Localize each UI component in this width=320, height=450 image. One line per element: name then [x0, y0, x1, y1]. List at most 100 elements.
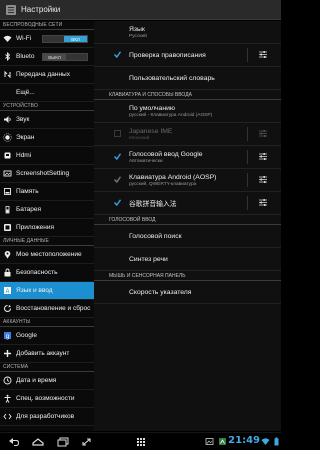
- hdmi-icon: [3, 151, 12, 160]
- setting-title: 谷歌拼音输入法: [129, 201, 177, 208]
- sidebar-item-display[interactable]: Экран: [0, 129, 94, 147]
- setting-subtitle: Автоматически: [129, 158, 163, 164]
- sidebar-item-label: Wi-Fi: [16, 35, 32, 42]
- lock-icon: [3, 268, 12, 277]
- wifi-icon: [3, 34, 12, 43]
- backup-icon: [3, 304, 12, 313]
- wifi-signal-icon: [261, 438, 270, 445]
- action-bar: Настройки: [0, 0, 281, 20]
- back-icon[interactable]: [6, 436, 20, 448]
- storage-icon: [3, 187, 12, 196]
- toggle-state-label: ВКЛ: [64, 36, 87, 42]
- setting-text: Проверка правописания: [129, 52, 206, 59]
- sidebar-item-developer[interactable]: Для разработчиков: [0, 408, 94, 426]
- setting-item[interactable]: Голосовой поиск: [94, 225, 281, 248]
- settings-app-icon[interactable]: [5, 4, 17, 16]
- setting-item[interactable]: 谷歌拼音输入法: [94, 192, 281, 215]
- setting-text: Язык Русский: [129, 26, 147, 39]
- sidebar-item-clock[interactable]: Дата и время: [0, 372, 94, 390]
- sidebar-item-bluetooth[interactable]: Blueto ВЫКЛ: [0, 48, 94, 66]
- data-usage-icon: [3, 70, 12, 79]
- setting-item[interactable]: Голосовой ввод Google Автоматически: [94, 146, 281, 169]
- settings-sliders-icon[interactable]: [258, 129, 268, 138]
- checkbox[interactable]: [114, 51, 121, 58]
- setting-title: Клавиатура Android (AOSP): [129, 173, 217, 181]
- sidebar-item-label: Память: [16, 188, 39, 195]
- sidebar-item-battery[interactable]: Батарея: [0, 201, 94, 219]
- setting-item[interactable]: Клавиатура Android (AOSP) русский, QWERTY…: [94, 169, 281, 192]
- svg-text:A: A: [5, 289, 9, 295]
- divider: [247, 127, 248, 141]
- sidebar-item-label: Спец. возможности: [16, 395, 75, 402]
- sidebar-item-apps[interactable]: Приложения: [0, 219, 94, 237]
- app-title: Настройки: [21, 5, 61, 14]
- settings-sliders-icon[interactable]: [258, 175, 268, 184]
- sidebar-item-screenshot[interactable]: ScreenshotSetting: [0, 165, 94, 183]
- sidebar-item-location[interactable]: Мое местоположение: [0, 246, 94, 264]
- sidebar-item-hdmi[interactable]: Hdmi: [0, 147, 94, 165]
- sidebar-item-storage[interactable]: Память: [0, 183, 94, 201]
- setting-text: Japanese IME японский: [129, 128, 172, 141]
- setting-title: Пользовательский словарь: [129, 74, 215, 82]
- bluetooth-icon: [3, 52, 12, 61]
- svg-text:g: g: [6, 334, 9, 340]
- sidebar-section-header: БЕСПРОВОДНЫЕ СЕТИ: [0, 21, 94, 30]
- usb-notification-icon[interactable]: [218, 437, 227, 446]
- toggle-state-label: ВЫКЛ: [43, 54, 66, 60]
- clock[interactable]: 21:49: [228, 435, 260, 446]
- sidebar-item-lock[interactable]: Безопасность: [0, 264, 94, 282]
- sidebar-item-label: Для разработчиков: [16, 413, 75, 420]
- setting-item[interactable]: Скорость указателя: [94, 281, 281, 304]
- setting-item[interactable]: Japanese IME японский: [94, 123, 281, 146]
- all-apps-icon[interactable]: [134, 436, 148, 448]
- setting-item[interactable]: Пользовательский словарь: [94, 67, 281, 90]
- setting-item[interactable]: По умолчанию русский - Клавиатура Android…: [94, 100, 281, 123]
- sidebar-item-google[interactable]: g Google: [0, 327, 94, 345]
- setting-title: Голосовой ввод Google: [129, 150, 203, 158]
- add-icon: [3, 349, 12, 358]
- sidebar-item-more[interactable]: Ещё...: [0, 84, 94, 102]
- setting-item[interactable]: Синтез речи: [94, 248, 281, 271]
- language-icon: A: [3, 286, 12, 295]
- settings-sliders-icon[interactable]: [258, 50, 268, 59]
- wifi-toggle[interactable]: ВКЛ: [42, 35, 88, 43]
- home-icon[interactable]: [31, 436, 45, 448]
- accessibility-icon: [3, 394, 12, 403]
- sidebar-item-label: Google: [16, 332, 37, 339]
- checkbox[interactable]: [114, 199, 121, 206]
- checkbox[interactable]: [114, 130, 121, 137]
- setting-text: Синтез речи: [129, 256, 168, 263]
- sidebar-item-label: Мое местоположение: [16, 251, 82, 258]
- checkbox[interactable]: [114, 153, 121, 160]
- sidebar-item-add[interactable]: Добавить аккаунт: [0, 345, 94, 363]
- sidebar-item-label: Язык и ввод: [16, 287, 53, 294]
- sidebar-item-wifi[interactable]: Wi-Fi ВКЛ: [0, 30, 94, 48]
- sidebar-item-data-usage[interactable]: Передача данных: [0, 66, 94, 84]
- checkbox[interactable]: [114, 176, 121, 183]
- setting-subtitle: русский - Клавиатура Android (AOSP): [129, 112, 213, 118]
- setting-subtitle: русский, QWERTY-клавиатура: [129, 181, 197, 187]
- recent-apps-icon[interactable]: [56, 436, 70, 448]
- sidebar-item-label: Приложения: [16, 224, 55, 231]
- bluetooth-toggle[interactable]: ВЫКЛ: [42, 53, 88, 61]
- setting-title: Язык: [129, 25, 145, 33]
- settings-sliders-icon[interactable]: [258, 152, 268, 161]
- screenshot-notification-icon[interactable]: [205, 437, 214, 446]
- sidebar-item-language[interactable]: A Язык и ввод: [0, 282, 94, 300]
- divider: [247, 173, 248, 187]
- setting-text: Пользовательский словарь: [129, 75, 215, 82]
- expand-icon[interactable]: [80, 436, 94, 448]
- sidebar-item-label: ScreenshotSetting: [16, 170, 70, 177]
- setting-item[interactable]: Язык Русский: [94, 21, 281, 44]
- sidebar-item-sound[interactable]: Звук: [0, 111, 94, 129]
- google-icon: g: [3, 331, 12, 340]
- sidebar-section-header: АККАУНТЫ: [0, 318, 94, 327]
- language-input-panel: Язык Русский Проверка правописания Пользова…: [94, 21, 281, 431]
- divider: [247, 196, 248, 210]
- settings-sliders-icon[interactable]: [258, 198, 268, 207]
- sidebar-item-backup[interactable]: Восстановление и сброс: [0, 300, 94, 318]
- setting-item[interactable]: Проверка правописания: [94, 44, 281, 67]
- sidebar-item-accessibility[interactable]: Спец. возможности: [0, 390, 94, 408]
- setting-text: Скорость указателя: [129, 289, 191, 296]
- sidebar-item-label: Экран: [16, 134, 35, 141]
